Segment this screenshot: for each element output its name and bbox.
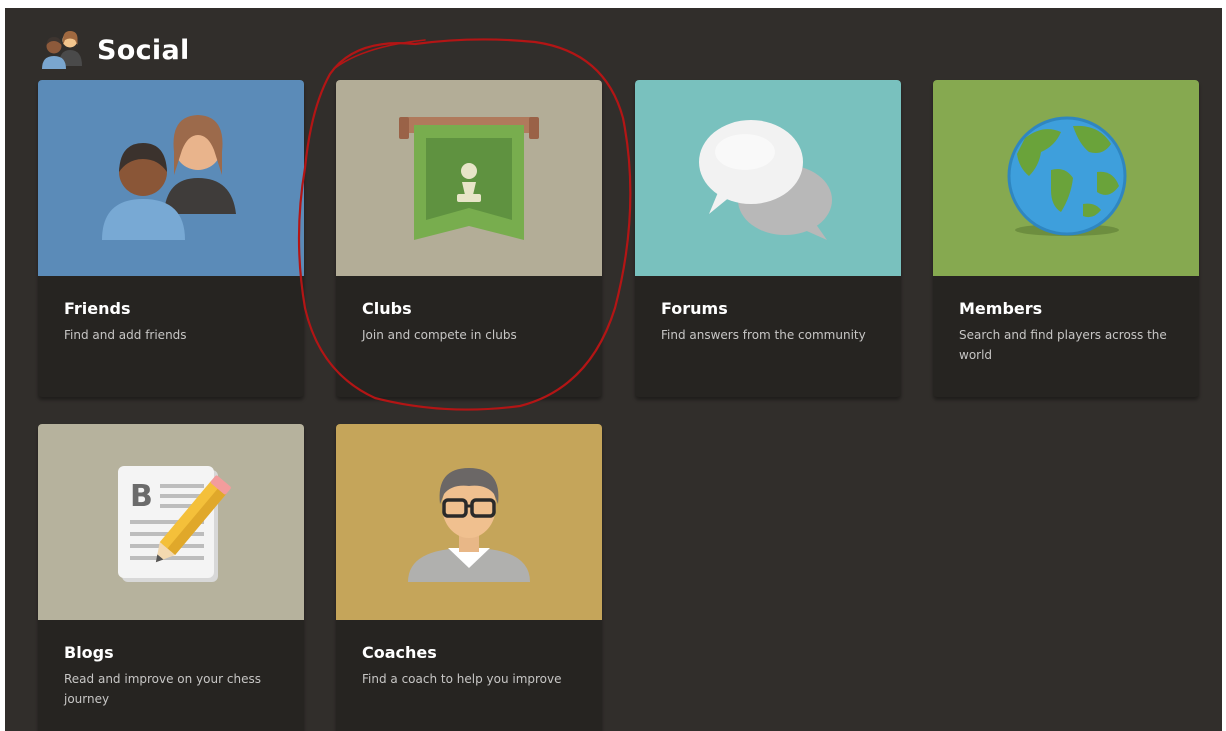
card-members-description: Search and find players across the world	[959, 328, 1167, 362]
friends-icon	[102, 115, 236, 240]
card-forums-title: Forums	[661, 299, 728, 318]
card-clubs-title: Clubs	[362, 299, 412, 318]
card-coaches[interactable]: Coaches Find a coach to help you improve	[336, 424, 602, 731]
card-blogs[interactable]: B Blogs Read and improve on your chess j…	[38, 424, 304, 731]
card-coaches-title: Coaches	[362, 643, 437, 662]
card-members[interactable]: Members Search and find players across t…	[933, 80, 1199, 397]
card-blogs-banner: B	[38, 424, 304, 620]
page-header: Social	[39, 28, 190, 72]
card-friends[interactable]: Friends Find and add friends	[38, 80, 304, 397]
card-members-title: Members	[959, 299, 1043, 318]
coach-icon	[408, 468, 530, 582]
card-forums-banner	[635, 80, 901, 276]
card-coaches-description: Find a coach to help you improve	[362, 672, 562, 686]
people-icon	[42, 31, 82, 69]
social-page: Social Friends Find and add friends Club…	[5, 8, 1222, 731]
card-friends-title: Friends	[64, 299, 131, 318]
card-clubs-description: Join and compete in clubs	[362, 328, 517, 342]
club-banner-icon	[399, 117, 539, 240]
globe-icon	[1007, 116, 1127, 236]
card-friends-description: Find and add friends	[64, 328, 187, 342]
svg-text:B: B	[130, 479, 153, 514]
card-blogs-title: Blogs	[64, 643, 114, 662]
card-forums[interactable]: Forums Find answers from the community	[635, 80, 901, 397]
card-friends-banner	[38, 80, 304, 276]
card-forums-description: Find answers from the community	[661, 328, 866, 342]
card-clubs-banner	[336, 80, 602, 276]
card-clubs[interactable]: Clubs Join and compete in clubs	[336, 80, 602, 397]
card-members-banner	[933, 80, 1199, 276]
speech-bubbles-icon	[699, 120, 832, 240]
card-blogs-description: Read and improve on your chess journey	[64, 672, 261, 706]
card-coaches-banner	[336, 424, 602, 620]
blog-pencil-icon: B	[118, 466, 231, 582]
page-title: Social	[97, 34, 190, 66]
